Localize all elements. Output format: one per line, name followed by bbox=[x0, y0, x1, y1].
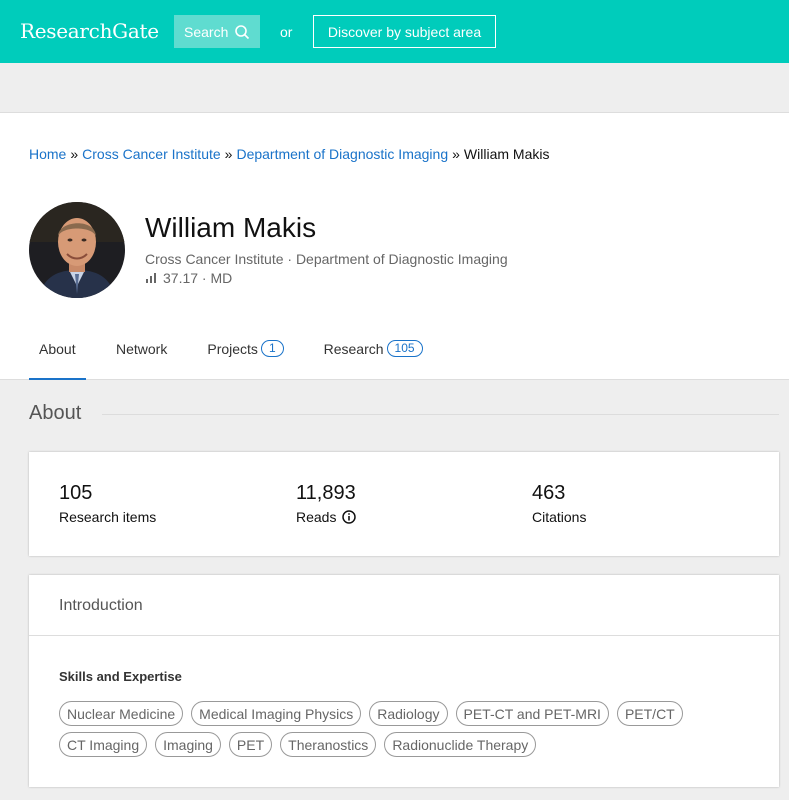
search-icon bbox=[235, 24, 250, 39]
bar-chart-icon bbox=[146, 273, 156, 283]
breadcrumb-separator: » bbox=[224, 146, 233, 162]
top-bar: ResearchGate Search or Discover by subje… bbox=[0, 0, 789, 63]
stats-card: 105 Research items 11,893 Reads 463 Cita… bbox=[29, 452, 779, 556]
breadcrumb-separator: » bbox=[70, 146, 79, 162]
tab-projects-label: Projects bbox=[207, 341, 258, 357]
breadcrumb-current: William Makis bbox=[463, 146, 550, 162]
skills-title: Skills and Expertise bbox=[59, 669, 182, 684]
tab-research[interactable]: Research 105 bbox=[324, 334, 423, 380]
skill-chip[interactable]: CT Imaging bbox=[59, 732, 148, 757]
stat-label: Citations bbox=[532, 509, 586, 525]
skill-chip[interactable]: PET-CT and PET-MRI bbox=[455, 701, 609, 726]
stat-citations: 463 Citations bbox=[532, 482, 586, 525]
skill-chip[interactable]: Imaging bbox=[155, 732, 221, 757]
avatar-photo bbox=[29, 202, 125, 298]
introduction-card: Introduction Skills and Expertise Nuclea… bbox=[29, 575, 779, 787]
profile-tabs: About Network Projects 1 Research 105 bbox=[29, 334, 423, 380]
or-text: or bbox=[280, 24, 293, 40]
stat-label-text: Research items bbox=[59, 509, 157, 525]
tab-about[interactable]: About bbox=[29, 334, 86, 380]
stat-reads: 11,893 Reads bbox=[296, 482, 357, 525]
stat-label: Research items bbox=[59, 509, 156, 525]
discover-button[interactable]: Discover by subject area bbox=[313, 15, 496, 48]
stat-research-items: 105 Research items bbox=[59, 482, 156, 525]
info-icon[interactable] bbox=[342, 510, 357, 524]
sub-bar bbox=[0, 63, 789, 113]
research-count-badge: 105 bbox=[386, 340, 423, 357]
search-button-label: Search bbox=[184, 23, 229, 40]
stat-label-text: Citations bbox=[532, 509, 587, 525]
breadcrumb-home[interactable]: Home bbox=[29, 146, 66, 162]
stat-label: Reads bbox=[296, 509, 357, 525]
search-button[interactable]: Search bbox=[174, 15, 260, 48]
stat-value: 11,893 bbox=[296, 482, 356, 504]
researchgate-logo[interactable]: ResearchGate bbox=[20, 19, 159, 43]
tab-network[interactable]: Network bbox=[116, 334, 167, 380]
breadcrumb-institute[interactable]: Cross Cancer Institute bbox=[82, 146, 221, 162]
divider bbox=[102, 414, 779, 415]
tab-research-label: Research bbox=[323, 341, 384, 357]
projects-count-badge: 1 bbox=[260, 340, 284, 357]
breadcrumb-department[interactable]: Department of Diagnostic Imaging bbox=[236, 146, 448, 162]
skill-chip[interactable]: Radiology bbox=[369, 701, 448, 726]
profile-institution[interactable]: Cross Cancer Institute · Department of D… bbox=[145, 251, 508, 267]
breadcrumb: Home» Cross Cancer Institute» Department o… bbox=[29, 146, 549, 162]
about-section-title: About bbox=[29, 402, 82, 424]
skills-list: Nuclear Medicine Medical Imaging Physics… bbox=[59, 701, 759, 757]
tab-projects[interactable]: Projects 1 bbox=[207, 334, 284, 380]
skill-chip[interactable]: Radionuclide Therapy bbox=[384, 732, 537, 757]
skill-chip[interactable]: Medical Imaging Physics bbox=[191, 701, 362, 726]
score-text: 37.17 · MD bbox=[163, 270, 233, 286]
skill-chip[interactable]: PET/CT bbox=[616, 701, 683, 726]
stat-value: 105 bbox=[59, 482, 93, 504]
stat-label-text: Reads bbox=[296, 509, 337, 525]
stat-value: 463 bbox=[532, 482, 566, 504]
profile-header: Home» Cross Cancer Institute» Department o… bbox=[0, 113, 789, 380]
tab-about-label: About bbox=[39, 341, 76, 357]
profile-name: William Makis bbox=[145, 212, 317, 243]
tab-network-label: Network bbox=[116, 341, 168, 357]
avatar[interactable] bbox=[29, 202, 125, 298]
skill-chip[interactable]: PET bbox=[228, 732, 273, 757]
skill-chip[interactable]: Nuclear Medicine bbox=[59, 701, 184, 726]
skill-chip[interactable]: Theranostics bbox=[280, 732, 377, 757]
profile-score: 37.17 · MD bbox=[145, 270, 232, 286]
introduction-title: Introduction bbox=[29, 575, 779, 636]
breadcrumb-separator: » bbox=[452, 146, 460, 162]
